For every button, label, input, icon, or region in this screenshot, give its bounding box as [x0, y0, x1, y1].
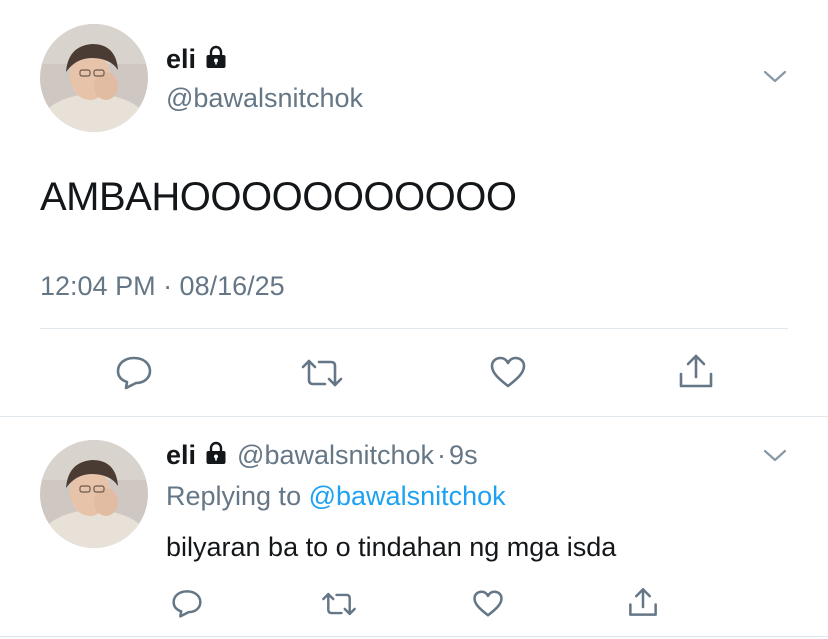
- reply-icon[interactable]: [171, 588, 203, 618]
- avatar[interactable]: [40, 440, 148, 548]
- retweet-icon[interactable]: [320, 590, 358, 618]
- handle[interactable]: @bawalsnitchok: [166, 83, 363, 113]
- section-divider: [0, 416, 828, 417]
- avatar[interactable]: [40, 24, 148, 132]
- section-divider: [0, 636, 828, 637]
- like-icon[interactable]: [489, 355, 527, 389]
- chevron-down-icon[interactable]: [762, 68, 788, 86]
- tweet-text: AMBAHOOOOOOOOOOO: [40, 175, 517, 219]
- like-icon[interactable]: [472, 589, 504, 618]
- replying-to-handle[interactable]: @bawalsnitchok: [309, 481, 506, 511]
- share-icon[interactable]: [677, 352, 715, 390]
- time-ago[interactable]: 9s: [449, 440, 478, 470]
- tweet-timestamp[interactable]: 12:04 PM · 08/16/25: [40, 271, 285, 301]
- time-separator: ·: [437, 440, 447, 470]
- chevron-down-icon[interactable]: [762, 447, 788, 465]
- display-name[interactable]: eli: [166, 44, 196, 74]
- tweet-text: bilyaran ba to o tindahan ng mga isda: [166, 532, 617, 562]
- reply-icon[interactable]: [115, 354, 153, 390]
- lock-icon: [205, 45, 227, 74]
- display-name[interactable]: eli: [166, 440, 196, 470]
- lock-icon: [205, 441, 227, 470]
- retweet-icon[interactable]: [299, 356, 345, 390]
- divider: [40, 328, 788, 329]
- replying-to-label: Replying to: [166, 481, 302, 511]
- share-icon[interactable]: [627, 586, 659, 618]
- handle[interactable]: @bawalsnitchok: [237, 440, 434, 470]
